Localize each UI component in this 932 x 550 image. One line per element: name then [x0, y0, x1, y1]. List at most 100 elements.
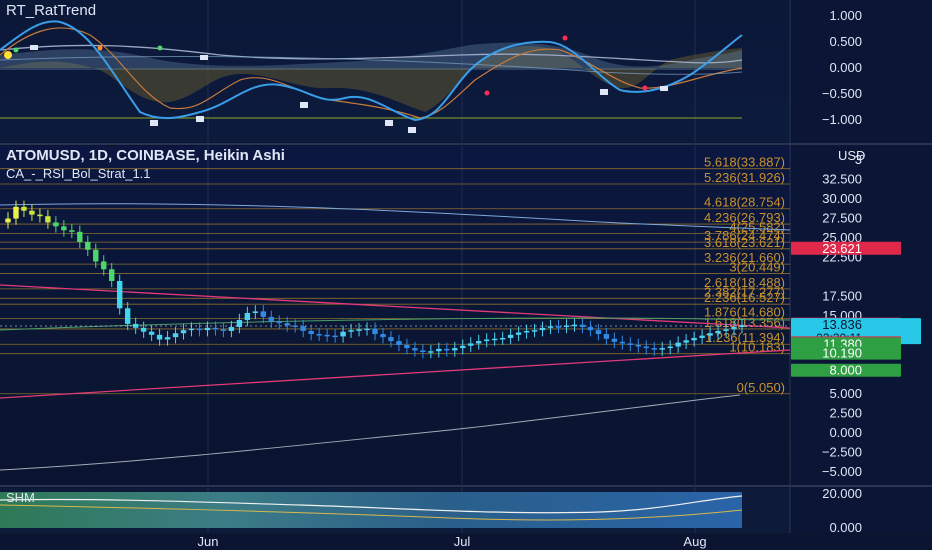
candle-body: [547, 326, 554, 328]
axis-tick-label: 30.000: [822, 191, 862, 206]
candle-body: [13, 206, 19, 219]
candle-body: [555, 326, 562, 328]
candle-body: [388, 337, 394, 342]
candle-body: [635, 344, 641, 347]
candle-body: [140, 327, 147, 332]
candle-body: [563, 325, 570, 328]
candle-body: [531, 330, 538, 332]
axis-tick-label: 0.000: [829, 520, 862, 535]
candle-body: [452, 348, 458, 351]
candle-body: [29, 210, 35, 215]
candle-body: [300, 326, 306, 331]
candle-body: [244, 312, 251, 320]
candle-body: [579, 324, 586, 328]
candle-body: [101, 261, 107, 270]
candle-body: [476, 341, 482, 344]
axis-tick-label: 1.000: [829, 8, 862, 23]
fib-label: 4.618(28.754): [704, 195, 785, 210]
price-badge-text: 23.621: [822, 241, 862, 256]
candle-body: [93, 249, 99, 262]
candle-body: [723, 329, 729, 331]
candle-body: [651, 348, 657, 350]
candle-body: [731, 327, 737, 330]
candle-body: [699, 335, 705, 338]
candle-body: [196, 328, 203, 331]
candle-body: [45, 216, 51, 223]
candle-body: [37, 214, 43, 217]
candle-body: [683, 340, 689, 343]
candle-body: [643, 346, 649, 349]
axis-tick-label: 17.500: [822, 289, 862, 304]
axis-tick-label: 27.500: [822, 211, 862, 226]
candle-body: [539, 327, 546, 331]
candle-body: [523, 330, 530, 333]
candle-body: [156, 334, 163, 340]
candle-body: [619, 341, 626, 344]
volume-heatmap: [0, 492, 743, 528]
time-tick-label: Aug: [683, 534, 706, 549]
candle-body: [372, 328, 378, 335]
fib-label: 0(5.050): [737, 380, 785, 395]
axis-tick-label: 0.000: [829, 60, 862, 75]
chart-root: { "osc": { "title": "RT_RatTrend", "tick…: [0, 0, 932, 550]
candle-body: [659, 348, 665, 350]
axis-tick-label: 2.500: [829, 406, 862, 421]
candle-body: [220, 329, 227, 331]
time-tick-label: Jul: [454, 534, 471, 549]
candle-body: [444, 348, 450, 351]
candle-body: [172, 333, 179, 338]
candle-body: [587, 327, 594, 331]
candle-body: [340, 331, 346, 337]
candle-body: [571, 324, 578, 327]
axis-tick-label: 5.000: [829, 386, 862, 401]
fib-label: 5.618(33.887): [704, 155, 785, 170]
candle-body: [276, 321, 282, 324]
indicator-name: CA_-_RSI_Bol_Strat_1.1: [6, 166, 151, 181]
candle-body: [667, 346, 673, 349]
candle-body: [284, 323, 290, 326]
candle-body: [61, 226, 67, 231]
candle-body: [507, 334, 514, 338]
price-badge-text: 8.000: [829, 363, 862, 378]
candle-body: [252, 311, 259, 313]
candle-body: [420, 350, 426, 352]
candle-body: [364, 328, 370, 331]
volume-title: SHM: [6, 490, 35, 505]
candle-body: [21, 206, 27, 211]
axis-tick-label: 32.500: [822, 172, 862, 187]
candle-body: [164, 337, 171, 340]
candle-body: [85, 241, 91, 250]
currency-label[interactable]: USD: [838, 148, 865, 163]
candle-body: [53, 222, 59, 227]
candle-body: [499, 337, 506, 340]
candle-body: [715, 330, 721, 334]
price-badge-text: 10.190: [822, 346, 862, 361]
axis-tick-label: 0.000: [829, 425, 862, 440]
candle-body: [611, 338, 618, 342]
candle-body: [356, 329, 362, 331]
candle-body: [316, 334, 322, 336]
price-badge-text: 13.836: [822, 317, 862, 332]
candle-body: [268, 316, 274, 322]
candle-body: [627, 343, 634, 345]
candle-body: [468, 343, 474, 346]
fib-label: 3.618(23.621): [704, 235, 785, 250]
chart-title: ATOMUSD, 1D, COINBASE, Heikin Ashi: [6, 147, 285, 164]
candle-body: [77, 231, 83, 242]
candle-body: [404, 344, 410, 349]
candle-body: [109, 269, 115, 281]
candle-body: [380, 334, 386, 338]
candle-body: [236, 320, 243, 328]
candle-body: [132, 323, 139, 328]
axis-tick-label: −0.500: [822, 86, 862, 101]
candle-body: [412, 348, 418, 351]
candle-body: [675, 342, 681, 347]
candle-body: [260, 311, 267, 317]
candle-body: [460, 345, 466, 349]
candle-body: [148, 331, 155, 335]
candle-body: [491, 338, 498, 341]
fib-label: 5.236(31.926): [704, 170, 785, 185]
candle-body: [348, 330, 354, 332]
candle-body: [69, 230, 75, 232]
fib-label: 3(20.449): [729, 260, 785, 275]
